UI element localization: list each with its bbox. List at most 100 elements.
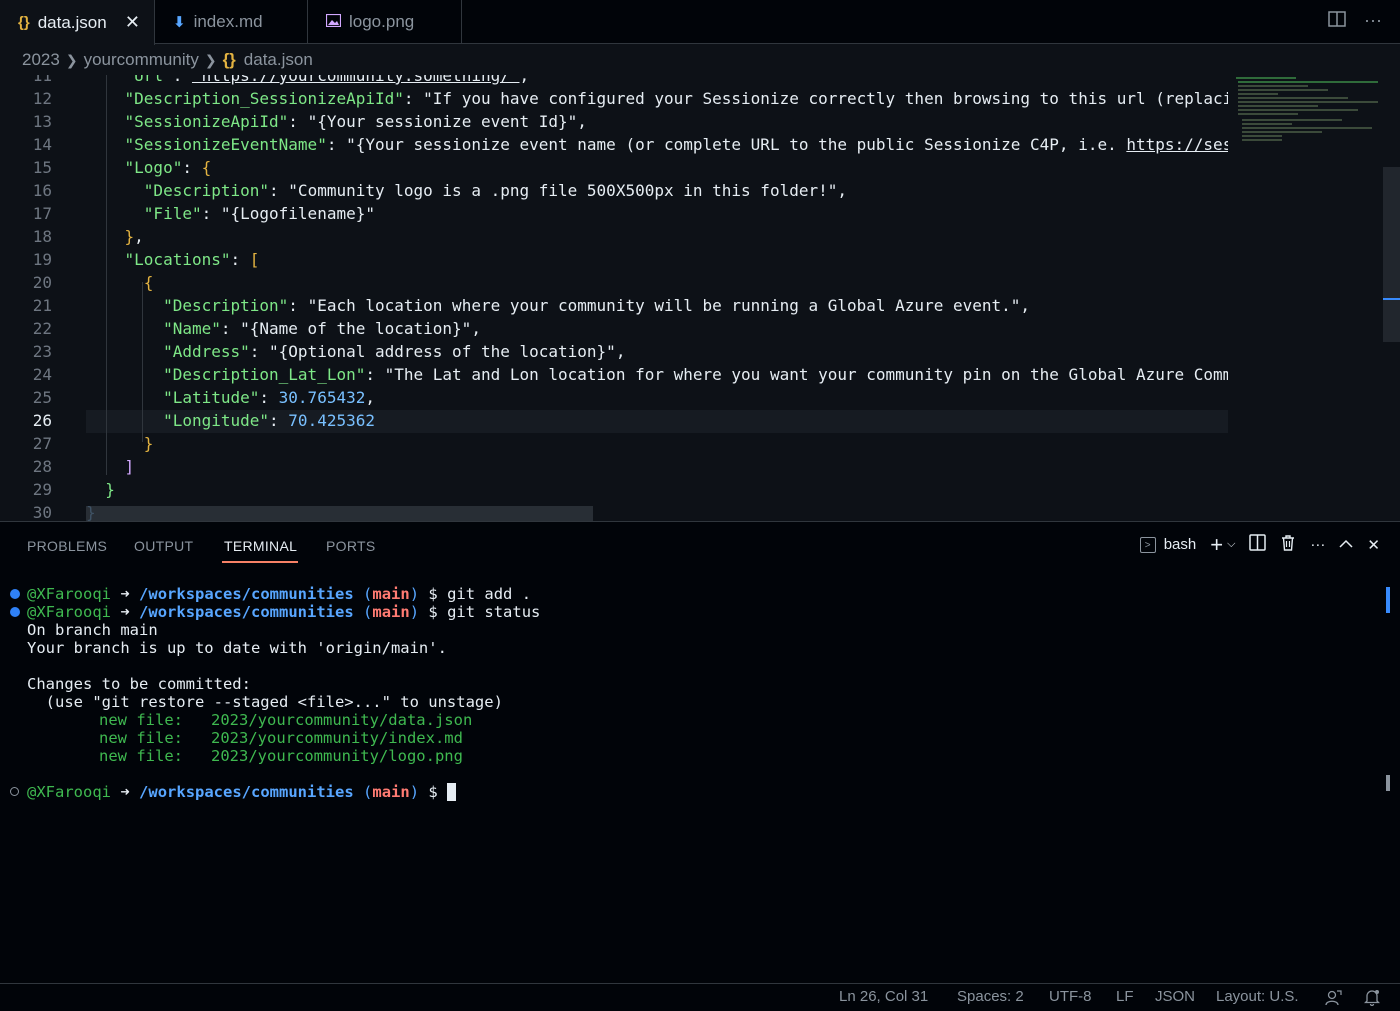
chevron-up-icon[interactable]: [1339, 536, 1353, 553]
tab-output[interactable]: OUTPUT: [134, 538, 193, 554]
close-panel-icon[interactable]: ✕: [1367, 536, 1380, 554]
terminal-cursor: [447, 783, 457, 801]
terminal-output[interactable]: @XFarooqi ➜ /workspaces/communities (mai…: [0, 585, 1384, 965]
breadcrumb: 2023 ❯ yourcommunity ❯ {} data.json: [0, 45, 1400, 75]
line-number: 19: [32, 250, 52, 269]
staged-file-line: new file: 2023/yourcommunity/logo.png: [99, 747, 463, 765]
line-number: 25: [32, 388, 52, 407]
more-actions-icon[interactable]: ···: [1310, 536, 1325, 553]
json-braces-icon: {}: [222, 50, 236, 69]
chevron-right-icon: ❯: [204, 51, 217, 68]
chevron-right-icon: ❯: [65, 51, 78, 68]
line-number: 12: [32, 89, 52, 108]
split-editor-icon[interactable]: [1328, 10, 1346, 33]
command-success-icon: [10, 589, 20, 599]
line-number: 14: [32, 135, 52, 154]
new-terminal-icon[interactable]: +: [1210, 533, 1223, 555]
terminal-output-line: Changes to be committed:: [27, 675, 251, 693]
line-number: 16: [32, 181, 52, 200]
markdown-download-icon: ⬇: [173, 14, 186, 31]
tab-logo-png[interactable]: logo.png: [308, 0, 462, 44]
tab-terminal[interactable]: TERMINAL: [224, 538, 297, 554]
terminal-scrollbar-marker: [1386, 775, 1390, 791]
staged-file-line: new file: 2023/yourcommunity/index.md: [99, 729, 463, 747]
breadcrumb-file[interactable]: data.json: [244, 50, 313, 70]
end-of-line[interactable]: LF: [1116, 988, 1134, 1005]
bottom-panel: PROBLEMS OUTPUT TERMINAL PORTS > bash + …: [0, 521, 1400, 983]
tab-data-json[interactable]: {} data.json ✕: [0, 0, 155, 45]
minimap[interactable]: [1232, 75, 1384, 155]
code-line-25: "Latitude": 30.765432,: [163, 388, 375, 407]
active-tab-indicator: [222, 561, 298, 563]
more-actions-icon[interactable]: ···: [1364, 10, 1382, 33]
keyboard-layout[interactable]: Layout: U.S.: [1216, 988, 1299, 1005]
line-number: 22: [32, 319, 52, 338]
terminal-output-line: (use "git restore --staged <file>..." to…: [27, 693, 503, 711]
chevron-down-icon[interactable]: ⌵: [1227, 538, 1235, 551]
code-line-19: "Locations": [: [124, 250, 260, 269]
line-number: 20: [32, 273, 52, 292]
code-line-16: "Description": "Community logo is a .png…: [143, 181, 848, 200]
image-icon: [325, 13, 342, 31]
indentation-setting[interactable]: Spaces: 2: [957, 988, 1024, 1005]
editor-vertical-scrollbar[interactable]: [1383, 167, 1400, 342]
line-number: 23: [32, 342, 52, 361]
line-number: 13: [32, 112, 52, 131]
trash-icon[interactable]: [1280, 534, 1296, 555]
breadcrumb-folder-2023[interactable]: 2023: [22, 50, 60, 70]
code-line-12: "Description_SessionizeApiId": "If you h…: [124, 89, 1228, 108]
tab-label: logo.png: [349, 12, 415, 31]
code-line-23: "Address": "{Optional address of the loc…: [163, 342, 626, 361]
scrollbar-cursor-marker: [1383, 298, 1400, 300]
terminal-output-line: On branch main: [27, 621, 158, 639]
code-line-27: }: [143, 434, 154, 453]
terminal-icon: >: [1139, 536, 1156, 553]
tab-index-md[interactable]: ⬇ index.md: [155, 0, 308, 44]
line-number-active: 26: [32, 411, 52, 430]
notifications-bell-icon[interactable]: [1363, 989, 1381, 1010]
terminal-scrollbar-marker: [1386, 587, 1390, 613]
file-encoding[interactable]: UTF-8: [1049, 988, 1092, 1005]
terminal-shell-selector[interactable]: > bash: [1139, 536, 1196, 553]
code-line-13: "SessionizeApiId": "{Your sessionize eve…: [124, 112, 587, 131]
tab-ports[interactable]: PORTS: [326, 538, 375, 554]
editor-tab-bar: {} data.json ✕ ⬇ index.md logo.png ···: [0, 0, 1400, 45]
line-number: 28: [32, 457, 52, 476]
code-line-11: "Url": "https://yourcommunity.something/…: [124, 75, 530, 85]
code-line-15: "Logo": {: [124, 158, 212, 177]
terminal-prompt-line[interactable]: @XFarooqi ➜ /workspaces/communities (mai…: [27, 783, 457, 801]
cursor-position[interactable]: Ln 26, Col 31: [839, 988, 928, 1005]
code-line-17: "File": "{Logofilename}": [143, 204, 375, 223]
split-terminal-icon[interactable]: [1249, 534, 1267, 555]
close-icon[interactable]: ✕: [125, 12, 140, 33]
command-pending-icon: [10, 787, 19, 796]
status-bar: Ln 26, Col 31 Spaces: 2 UTF-8 LF JSON La…: [0, 983, 1400, 1011]
code-line-28: ]: [124, 457, 135, 476]
line-number: 27: [32, 434, 52, 453]
code-line-21: "Description": "Each location where your…: [163, 296, 1031, 315]
code-link[interactable]: https://session: [1126, 135, 1228, 154]
feedback-icon[interactable]: [1325, 989, 1342, 1010]
code-line-24: "Description_Lat_Lon": "The Lat and Lon …: [163, 365, 1228, 384]
code-line-29: }: [105, 480, 115, 499]
code-editor[interactable]: 11 12 13 14 15 16 17 18 19 20 21 22 23 2…: [0, 75, 1400, 521]
json-braces-icon: {}: [18, 14, 30, 31]
language-mode[interactable]: JSON: [1155, 988, 1195, 1005]
line-number: 11: [32, 75, 52, 85]
staged-file-line: new file: 2023/yourcommunity/data.json: [99, 711, 473, 729]
line-number: 18: [32, 227, 52, 246]
code-line-14: "SessionizeEventName": "{Your sessionize…: [86, 133, 1228, 156]
code-area[interactable]: "Url": "https://yourcommunity.something/…: [86, 75, 1228, 521]
line-number: 30: [32, 503, 52, 521]
line-number: 17: [32, 204, 52, 223]
code-line-26: "Longitude": 70.425362: [163, 411, 375, 430]
editor-horizontal-scrollbar[interactable]: [86, 506, 593, 521]
line-number: 24: [32, 365, 52, 384]
command-success-icon: [10, 607, 20, 617]
terminal-output-line: Your branch is up to date with 'origin/m…: [27, 639, 447, 657]
line-number: 21: [32, 296, 52, 315]
code-line-20: {: [143, 273, 154, 292]
breadcrumb-folder-yourcommunity[interactable]: yourcommunity: [84, 50, 199, 70]
tab-label: index.md: [193, 12, 263, 31]
tab-problems[interactable]: PROBLEMS: [27, 538, 107, 554]
